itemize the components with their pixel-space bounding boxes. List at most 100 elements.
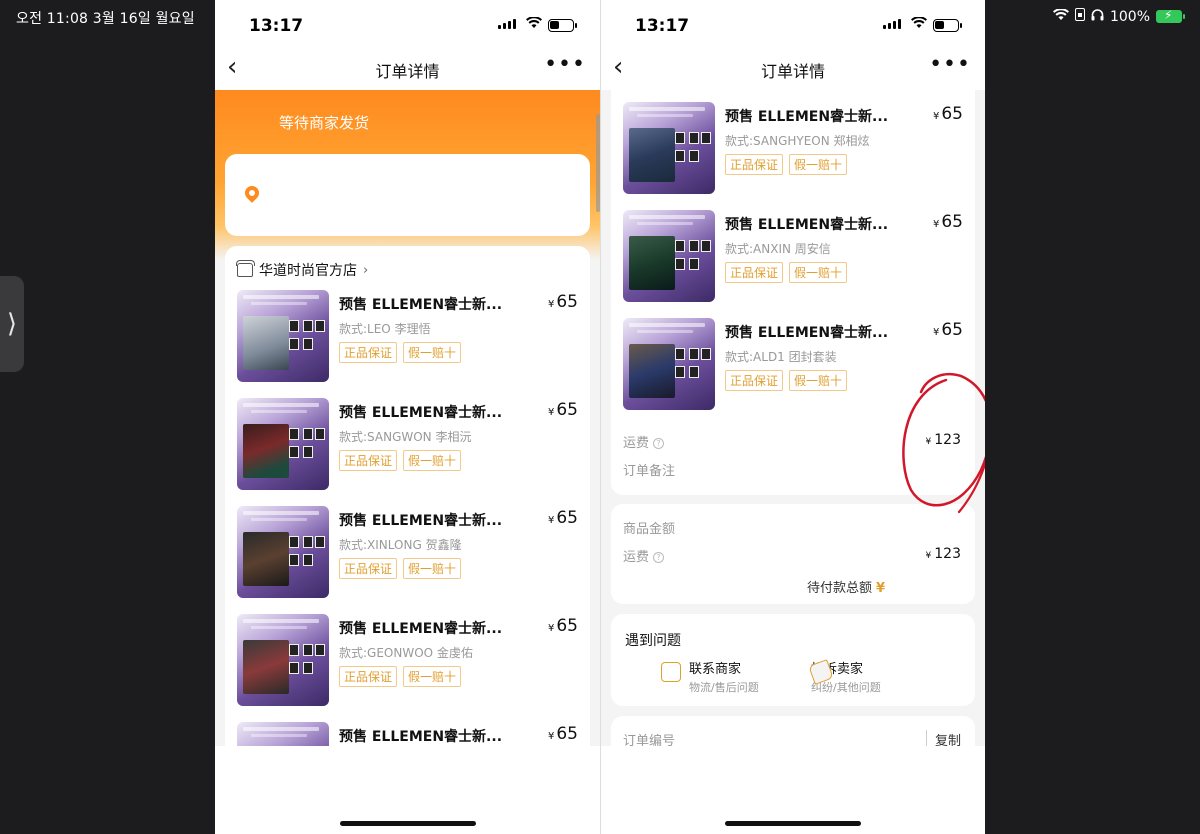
wifi-icon [526, 14, 542, 33]
battery-charging-icon: ⚡ [1156, 8, 1185, 23]
shipping-label: 运费 [623, 436, 650, 451]
product-name: 预售 ELLEMEN睿士新... [725, 325, 889, 341]
product-name: 预售 ELLEMEN睿士新... [339, 729, 503, 745]
nav-bar: ‹ 订单详情 ••• [601, 48, 985, 90]
contact-merchant-button[interactable]: 联系商家 物流/售后问题 [661, 658, 759, 695]
tag-fake-compensation: 假一赔十 [789, 262, 848, 283]
page-title: 订单详情 [375, 62, 440, 81]
order-item[interactable]: 预售 ELLEMEN睿士新... ¥65 款式:GEONWOO 金虔佑 正品保证… [237, 614, 580, 706]
home-indicator[interactable] [725, 821, 861, 826]
issue-card: 遇到问题 联系商家 物流/售后问题 投诉卖家 纠纷/其他问题 [611, 614, 975, 706]
tag-authentic: 正品保证 [339, 342, 398, 363]
remark-label: 订单备注 [623, 464, 676, 479]
product-image [237, 506, 329, 598]
address-card[interactable] [225, 154, 590, 236]
shipping-fee-row: 运费? ¥123 [623, 432, 961, 451]
bottom-safe-area [215, 746, 600, 834]
product-variant: 款式:ALD1 团封套装 [725, 350, 837, 364]
battery-percent: 100% [1109, 8, 1150, 25]
complain-seller-button[interactable]: 投诉卖家 纠纷/其他问题 [808, 658, 881, 695]
side-panel-handle[interactable]: ⟩ [0, 276, 24, 372]
order-remark-row[interactable]: 订单备注 [623, 460, 961, 479]
order-status-text: 等待商家发货 [279, 114, 370, 132]
lock-rotation-icon [1074, 8, 1085, 25]
product-image [237, 398, 329, 490]
shop-header[interactable]: 华道时尚官方店 › [236, 260, 369, 280]
product-variant: 款式:LEO 李理悟 [339, 322, 431, 336]
shipping-fee-row: 运费? ¥123 [623, 546, 961, 565]
product-price: ¥65 [932, 104, 963, 124]
product-variant: 款式:ANXIN 周安信 [725, 242, 831, 256]
tag-authentic: 正品保证 [725, 262, 784, 283]
chevron-right-icon: › [363, 262, 369, 278]
bottom-safe-area [601, 746, 985, 834]
signal-icon [883, 19, 901, 29]
product-price: ¥65 [932, 320, 963, 340]
shipping-label: 运费 [623, 550, 650, 565]
product-name: 预售 ELLEMEN睿士新... [725, 109, 889, 125]
total-label: 待付款总额 [806, 581, 872, 596]
contact-sub: 物流/售后问题 [689, 681, 759, 694]
tag-authentic: 正品保证 [339, 450, 398, 471]
goods-amount-label: 商品金额 [623, 522, 676, 537]
product-variant: 款式:SANGHYEON 郑相炫 [725, 134, 870, 148]
tag-fake-compensation: 假一赔十 [403, 450, 462, 471]
amount-card: 商品金额 运费? ¥123 待付款总额 ¥ [611, 504, 975, 604]
signal-icon [498, 19, 516, 29]
tag-authentic: 正品保证 [339, 666, 398, 687]
help-icon[interactable]: ? [653, 438, 665, 449]
store-contact-icon [661, 662, 681, 682]
tag-fake-compensation: 假一赔十 [403, 666, 462, 687]
ipad-time-date: 오전 11:08 3월 16일 월요일 [16, 11, 195, 27]
product-name: 预售 ELLEMEN睿士新... [339, 513, 503, 529]
order-item[interactable]: 预售 ELLEMEN睿士新... ¥65 [237, 722, 580, 746]
phone-time: 13:17 [249, 16, 304, 36]
order-item[interactable]: 预售 ELLEMEN睿士新... ¥65 款式:LEO 李理悟 正品保证 假一赔十 [237, 290, 580, 382]
tag-fake-compensation: 假一赔十 [403, 558, 462, 579]
shop-card: 华道时尚官方店 › 预售 ELLEMEN睿士新... ¥65 款式:LEO 李理… [225, 246, 590, 746]
shipping-value: ¥123 [925, 546, 961, 562]
order-status-banner: 等待商家发货 [215, 90, 600, 260]
product-price: ¥65 [547, 616, 578, 636]
product-image [237, 290, 329, 382]
order-item[interactable]: 预售 ELLEMEN睿士新... ¥65 款式:XINLONG 贺鑫隆 正品保证… [237, 506, 580, 598]
battery-icon [548, 19, 577, 32]
location-pin-icon [242, 183, 262, 203]
wifi-icon [1052, 7, 1069, 25]
product-image [237, 614, 329, 706]
product-image [623, 102, 715, 194]
product-price: ¥65 [547, 724, 578, 744]
product-price: ¥65 [547, 400, 578, 420]
shipping-value: ¥123 [925, 432, 961, 448]
order-item[interactable]: 预售 ELLEMEN睿士新... ¥65 款式:SANGHYEON 郑相炫 正品… [623, 102, 965, 194]
issue-title: 遇到问题 [625, 633, 681, 649]
more-options-button[interactable]: ••• [929, 52, 971, 77]
product-price: ¥65 [547, 292, 578, 312]
phone-left: 13:17 ‹ 订单详情 ••• 等待商家发货 华道时尚官方店 › 预售 ELL… [215, 0, 600, 834]
product-variant: 款式:SANGWON 李相沅 [339, 430, 472, 444]
order-item[interactable]: 预售 ELLEMEN睿士新... ¥65 款式:SANGWON 李相沅 正品保证… [237, 398, 580, 490]
phone-time: 13:17 [635, 16, 690, 36]
tag-fake-compensation: 假一赔十 [789, 154, 848, 175]
product-name: 预售 ELLEMEN睿士新... [725, 217, 889, 233]
product-name: 预售 ELLEMEN睿士新... [339, 297, 503, 313]
phone-right: 13:17 ‹ 订单详情 ••• 预售 ELLEMEN睿士新... ¥65 款式… [600, 0, 985, 834]
store-icon [236, 260, 255, 277]
nav-bar: ‹ 订单详情 ••• [215, 48, 600, 90]
product-image [237, 722, 329, 746]
tag-fake-compensation: 假一赔十 [789, 370, 848, 391]
help-icon[interactable]: ? [653, 552, 665, 563]
order-item[interactable]: 预售 ELLEMEN睿士新... ¥65 款式:ANXIN 周安信 正品保证 假一… [623, 210, 965, 302]
product-price: ¥65 [547, 508, 578, 528]
phone-status-bar: 13:17 [601, 0, 985, 48]
goods-amount-row: 商品金额 [623, 518, 961, 537]
home-indicator[interactable] [339, 821, 476, 826]
items-card: 预售 ELLEMEN睿士新... ¥65 款式:SANGHYEON 郑相炫 正品… [611, 90, 975, 495]
product-variant: 款式:XINLONG 贺鑫隆 [339, 538, 462, 552]
order-item[interactable]: 预售 ELLEMEN睿士新... ¥65 款式:ALD1 团封套装 正品保证 假一… [623, 318, 965, 410]
battery-icon [933, 19, 962, 32]
product-name: 预售 ELLEMEN睿士新... [339, 405, 503, 421]
product-variant: 款式:GEONWOO 金虔佑 [339, 646, 473, 660]
tag-authentic: 正品保证 [725, 370, 784, 391]
more-options-button[interactable]: ••• [544, 52, 586, 77]
